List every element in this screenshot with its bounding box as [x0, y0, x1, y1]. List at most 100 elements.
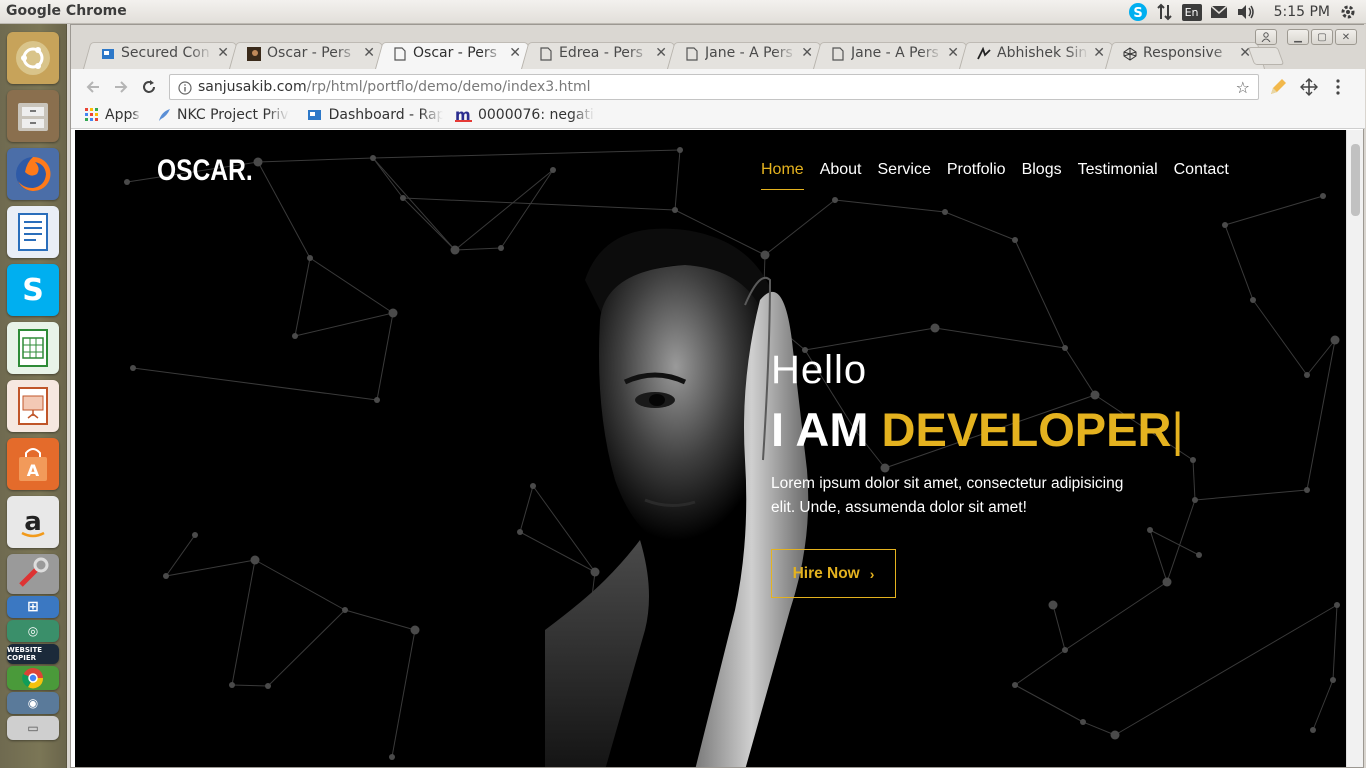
network-node	[400, 195, 406, 201]
network-node	[1110, 730, 1120, 740]
page-favicon-icon	[539, 47, 553, 61]
volume-icon[interactable]	[1236, 0, 1256, 24]
tab-abhishek[interactable]: Abhishek Sin ✕	[959, 39, 1119, 69]
system-top-panel: Google Chrome S En 5:15 PM	[0, 0, 1366, 24]
launcher-amazon[interactable]: a	[7, 496, 59, 548]
launcher-skype[interactable]: S	[7, 264, 59, 316]
network-transfer-icon[interactable]	[1156, 0, 1174, 24]
nav-about[interactable]: About	[820, 161, 862, 179]
close-window-button[interactable]: ✕	[1335, 29, 1357, 45]
tab-jane-1[interactable]: Jane - A Pers ✕	[667, 39, 827, 69]
nav-blogs[interactable]: Blogs	[1022, 161, 1062, 179]
pencil-extension-icon[interactable]	[1269, 78, 1287, 100]
mail-icon[interactable]	[1210, 0, 1228, 24]
plus-box-icon: ⊞	[27, 599, 39, 615]
tab-close-icon[interactable]: ✕	[363, 45, 375, 61]
skype-tray-icon[interactable]: S	[1128, 0, 1148, 24]
launcher-ubuntu-software[interactable]: A	[7, 438, 59, 490]
network-line	[165, 559, 256, 577]
network-node	[1330, 677, 1336, 683]
tab-close-icon[interactable]: ✕	[509, 45, 521, 61]
power-gear-icon[interactable]	[1340, 4, 1356, 24]
nav-protfolio[interactable]: Protfolio	[947, 161, 1006, 179]
reload-button[interactable]	[139, 77, 159, 97]
network-node	[388, 308, 398, 318]
clock[interactable]: 5:15 PM	[1274, 4, 1330, 20]
launcher-scanner[interactable]: ▭	[7, 716, 59, 740]
network-line	[519, 485, 534, 533]
network-line	[944, 211, 1016, 241]
skype-icon: S	[22, 272, 44, 308]
tab-jane-2[interactable]: Jane - A Pers ✕	[813, 39, 973, 69]
bookmark-mantis-issue[interactable]: m 0000076: negativ	[455, 107, 595, 123]
nav-home[interactable]: Home	[761, 161, 804, 190]
forward-arrow-icon	[115, 81, 128, 93]
bookmark-star-icon[interactable]: ☆	[1236, 78, 1250, 97]
network-node	[550, 167, 556, 173]
network-line	[1332, 604, 1338, 681]
site-logo[interactable]: OSCAR.	[157, 154, 253, 188]
network-node	[1162, 577, 1172, 587]
nav-service[interactable]: Service	[878, 161, 931, 179]
forward-button[interactable]	[111, 77, 131, 97]
launcher-chrome[interactable]	[7, 666, 59, 690]
tab-secured-con[interactable]: Secured Con ✕	[83, 39, 243, 69]
tab-oscar-active[interactable]: Oscar - Pers ✕	[375, 39, 535, 69]
tab-close-icon[interactable]: ✕	[217, 45, 229, 61]
tab-close-icon[interactable]: ✕	[1093, 45, 1105, 61]
network-line	[1224, 224, 1254, 301]
network-node	[677, 147, 683, 153]
tab-oscar-1[interactable]: Oscar - Pers ✕	[229, 39, 389, 69]
page-scrollbar[interactable]	[1346, 130, 1363, 767]
network-line	[254, 559, 346, 611]
launcher-system-settings[interactable]	[7, 554, 59, 594]
network-line	[372, 157, 456, 251]
nav-testimonial[interactable]: Testimonial	[1078, 161, 1158, 179]
network-node	[192, 532, 198, 538]
launcher-libreoffice-writer[interactable]	[7, 206, 59, 258]
page-favicon-icon	[685, 47, 699, 61]
network-node	[229, 682, 235, 688]
hire-now-button[interactable]: Hire Now ›	[771, 549, 896, 598]
launcher-disk-tool[interactable]: ◉	[7, 692, 59, 714]
network-node	[1192, 497, 1198, 503]
tab-edrea[interactable]: Edrea - Pers ✕	[521, 39, 681, 69]
tab-close-icon[interactable]: ✕	[655, 45, 667, 61]
tab-title: Responsive	[1143, 45, 1223, 61]
nav-contact[interactable]: Contact	[1174, 161, 1229, 179]
site-info-icon[interactable]	[178, 80, 192, 99]
move-cross-extension-icon[interactable]	[1300, 78, 1318, 100]
tab-strip: Secured Con ✕ Oscar - Pers ✕ Oscar - Per…	[71, 25, 1365, 69]
launcher-website-copier-2[interactable]: ◎	[7, 620, 59, 642]
bookmark-nkc-project[interactable]: NKC Project Priv	[157, 107, 289, 123]
launcher-firefox[interactable]	[7, 148, 59, 200]
launcher-libreoffice-calc[interactable]	[7, 322, 59, 374]
network-node	[410, 625, 420, 635]
network-node	[374, 397, 380, 403]
launcher-website-copier[interactable]: WEBSITE COPIER	[7, 644, 59, 664]
launcher-libreoffice-impress[interactable]	[7, 380, 59, 432]
maximize-button[interactable]: ▢	[1311, 29, 1333, 45]
menu-dots-icon[interactable]	[1335, 78, 1341, 100]
tab-responsive[interactable]: Responsive ✕	[1105, 39, 1265, 69]
minimize-button[interactable]: ▁	[1287, 29, 1309, 45]
tab-close-icon[interactable]: ✕	[801, 45, 813, 61]
launcher-files[interactable]	[7, 90, 59, 142]
new-tab-button[interactable]	[1247, 47, 1285, 65]
back-button[interactable]	[83, 77, 103, 97]
keyboard-layout-indicator[interactable]: En	[1181, 0, 1202, 24]
launcher-website-copier-1[interactable]: ⊞	[7, 596, 59, 618]
typing-cursor: |	[1171, 403, 1184, 456]
address-bar[interactable]: sanjusakib.com/rp/html/portflo/demo/demo…	[169, 74, 1259, 100]
profile-icon[interactable]	[1255, 29, 1277, 45]
bookmark-apps[interactable]: Apps	[85, 107, 140, 123]
network-node	[1334, 602, 1340, 608]
network-line	[454, 247, 502, 251]
launcher-ubuntu-dash[interactable]	[7, 32, 59, 84]
network-node	[530, 483, 536, 489]
network-node	[1147, 527, 1153, 533]
bookmark-dashboard[interactable]: Dashboard - Rap	[307, 107, 443, 123]
scrollbar-thumb[interactable]	[1351, 144, 1360, 216]
tab-close-icon[interactable]: ✕	[947, 45, 959, 61]
network-line	[834, 199, 946, 213]
